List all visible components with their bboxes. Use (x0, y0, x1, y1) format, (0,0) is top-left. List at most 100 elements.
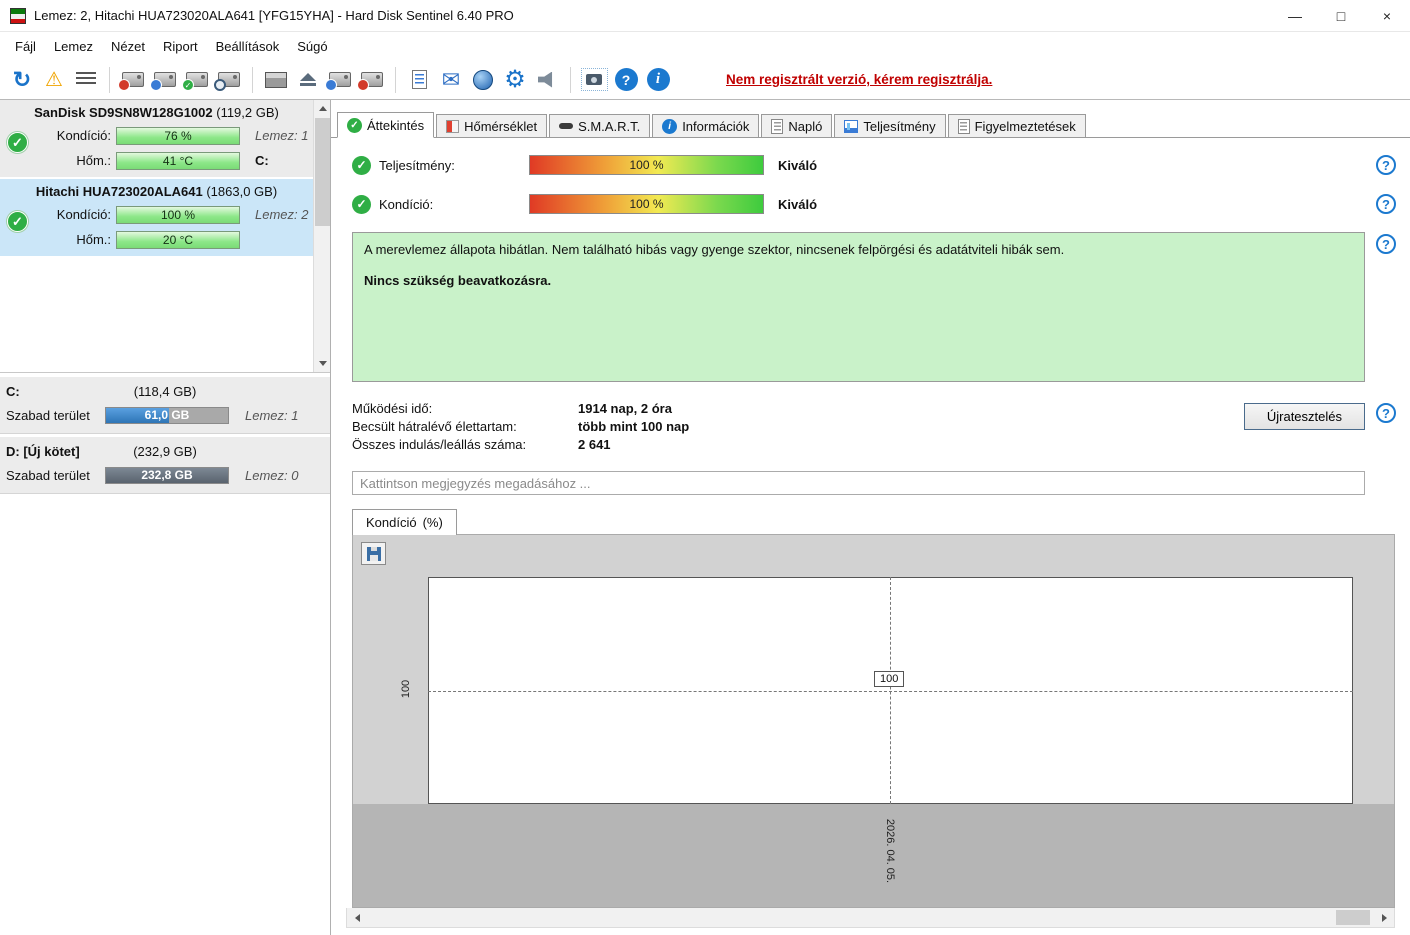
condition-label: Kondíció: (56, 128, 111, 143)
disk-repair-button[interactable] (325, 65, 355, 95)
acknowledge-warning-button[interactable]: ⚠ (39, 65, 69, 95)
condition-bar: 100 % (116, 205, 240, 224)
menu-lemez[interactable]: Lemez (45, 35, 102, 58)
scrollbar-thumb[interactable] (1336, 910, 1370, 925)
hdd-icon (325, 72, 351, 91)
tab-teljesitmeny[interactable]: Teljesítmény (834, 114, 946, 137)
partition-item-d[interactable]: D: [Új kötet] (232,9 GB) Szabad terület … (0, 437, 330, 494)
minimize-button[interactable]: — (1272, 0, 1318, 31)
comment-input[interactable] (352, 471, 1365, 495)
menu-fajl[interactable]: Fájl (6, 35, 45, 58)
tab-smart[interactable]: S.M.A.R.T. (549, 114, 651, 137)
remove-badge-icon (118, 79, 130, 91)
sounds-button[interactable] (532, 65, 562, 95)
tab-attekintes[interactable]: ✓ Áttekintés (337, 112, 435, 138)
disk-surface-test-button[interactable] (214, 65, 244, 95)
performance-label: Teljesítmény: (379, 157, 455, 173)
titlebar: Lemez: 2, Hitachi HUA723020ALA641 [YFG15… (0, 0, 1410, 32)
menu-nezet[interactable]: Nézet (102, 35, 154, 58)
send-email-button[interactable]: ✉ (436, 65, 466, 95)
scrollbar-thumb[interactable] (315, 118, 330, 226)
disk-accept-button[interactable]: ✓ (182, 65, 212, 95)
help-icon[interactable]: ? (1376, 403, 1396, 423)
chart-hscrollbar[interactable] (346, 908, 1395, 928)
menu-beallitasok[interactable]: Beállítások (207, 35, 289, 58)
free-space-value: 61,0 GB (144, 407, 190, 422)
scroll-up-arrow[interactable] (314, 100, 331, 117)
disk-schedule-button[interactable] (150, 65, 180, 95)
screenshot-button[interactable] (579, 65, 609, 95)
health-ok-icon: ✓ (7, 211, 28, 232)
online-status-button[interactable] (468, 65, 498, 95)
disk-name: SanDisk SD9SN8W128G1002 (34, 105, 213, 120)
help-icon[interactable]: ? (1376, 234, 1396, 254)
window-title: Lemez: 2, Hitachi HUA723020ALA641 [YFG15… (34, 8, 514, 23)
tab-naplo[interactable]: Napló (761, 114, 833, 137)
menu-sugo[interactable]: Súgó (288, 35, 336, 58)
free-space-label: Szabad terület (6, 467, 90, 483)
condition-label: Kondíció: (379, 196, 434, 212)
tab-label: Napló (788, 118, 823, 134)
settings-button[interactable]: ⚙ (500, 65, 530, 95)
condition-history-chart: 100 100 2026. 04. 05. (352, 534, 1395, 908)
check-badge-icon: ✓ (182, 79, 194, 91)
disk-number: Lemez: 1 (245, 407, 299, 423)
chart-lower-band (353, 804, 1394, 907)
disk-number: Lemez: 1 (255, 128, 309, 143)
stats-row: Működési idő: 1914 nap, 2 óra Becsült há… (352, 401, 1396, 463)
toolbar-separator (570, 66, 571, 93)
disk-list-scrollbar[interactable] (313, 100, 330, 372)
chart-subtab[interactable]: Kondíció (%) (352, 509, 457, 535)
disk-remove-button[interactable] (118, 65, 148, 95)
disk-item-sandisk[interactable]: SanDisk SD9SN8W128G1002 (119,2 GB) ✓ Kon… (0, 100, 313, 177)
close-button[interactable]: × (1364, 0, 1410, 31)
scroll-down-arrow[interactable] (314, 355, 331, 372)
disk-name: Hitachi HUA723020ALA641 (35, 184, 203, 199)
y-axis-tick-label: 100 (400, 679, 413, 699)
maximize-button[interactable]: □ (1318, 0, 1364, 31)
eject-button[interactable] (293, 65, 323, 95)
report-options-button[interactable] (71, 65, 101, 95)
help-button[interactable]: ? (611, 65, 641, 95)
register-link[interactable]: Nem regisztrált verzió, kérem regisztrál… (726, 72, 992, 87)
tab-label: Figyelmeztetések (974, 118, 1076, 134)
scroll-right-arrow[interactable] (1374, 908, 1394, 927)
tab-figyelmeztetesek[interactable]: Figyelmeztetések (947, 114, 1086, 137)
disk-item-hitachi[interactable]: Hitachi HUA723020ALA641 (1863,0 GB) ✓ Ko… (0, 179, 313, 256)
refresh-button[interactable]: ↻ (7, 65, 37, 95)
refresh-icon: ↻ (12, 66, 32, 92)
ok-icon: ✓ (352, 155, 371, 175)
retest-button[interactable]: Újratesztelés (1243, 403, 1365, 430)
status-text: A merevlemez állapota hibátlan. Nem talá… (364, 242, 1065, 257)
tab-label: Teljesítmény (863, 118, 936, 134)
condition-rating: Kiváló (778, 196, 818, 212)
toolbar-separator (395, 66, 396, 93)
information-button[interactable]: i (643, 65, 673, 95)
tab-label: Információk (682, 118, 750, 134)
magnifier-badge-icon (214, 79, 226, 91)
menu-riport[interactable]: Riport (154, 35, 207, 58)
tab-homerseklet[interactable]: Hőmérséklet (436, 114, 548, 137)
temperature-label: Hőm.: (76, 232, 111, 247)
tool-badge-icon (357, 79, 369, 91)
menubar: Fájl Lemez Nézet Riport Beállítások Súgó (0, 32, 1410, 60)
partition-size: (118,4 GB) (133, 383, 197, 399)
condition-row: ✓ Kondíció: 100 % Kiváló ? (352, 192, 1396, 216)
disk-tools-button[interactable] (357, 65, 387, 95)
partition-item-c[interactable]: C: (118,4 GB) Szabad terület 61,0 GB Lem… (0, 377, 330, 434)
tab-informaciok[interactable]: i Információk (652, 114, 760, 137)
scroll-left-arrow[interactable] (347, 908, 367, 927)
save-chart-button[interactable] (361, 542, 386, 565)
data-point-label: 100 (874, 671, 905, 687)
window-controls: — □ × (1272, 0, 1410, 31)
tab-label: Áttekintés (367, 117, 425, 133)
gear-icon: ⚙ (504, 65, 526, 93)
tool-badge-icon (325, 79, 337, 91)
clock-badge-icon (150, 79, 162, 91)
free-space-bar: 61,0 GB (105, 406, 229, 424)
report-button[interactable] (404, 65, 434, 95)
help-icon[interactable]: ? (1376, 155, 1396, 175)
device-icon (265, 71, 287, 88)
help-icon[interactable]: ? (1376, 194, 1396, 214)
hardware-device-button[interactable] (261, 65, 291, 95)
